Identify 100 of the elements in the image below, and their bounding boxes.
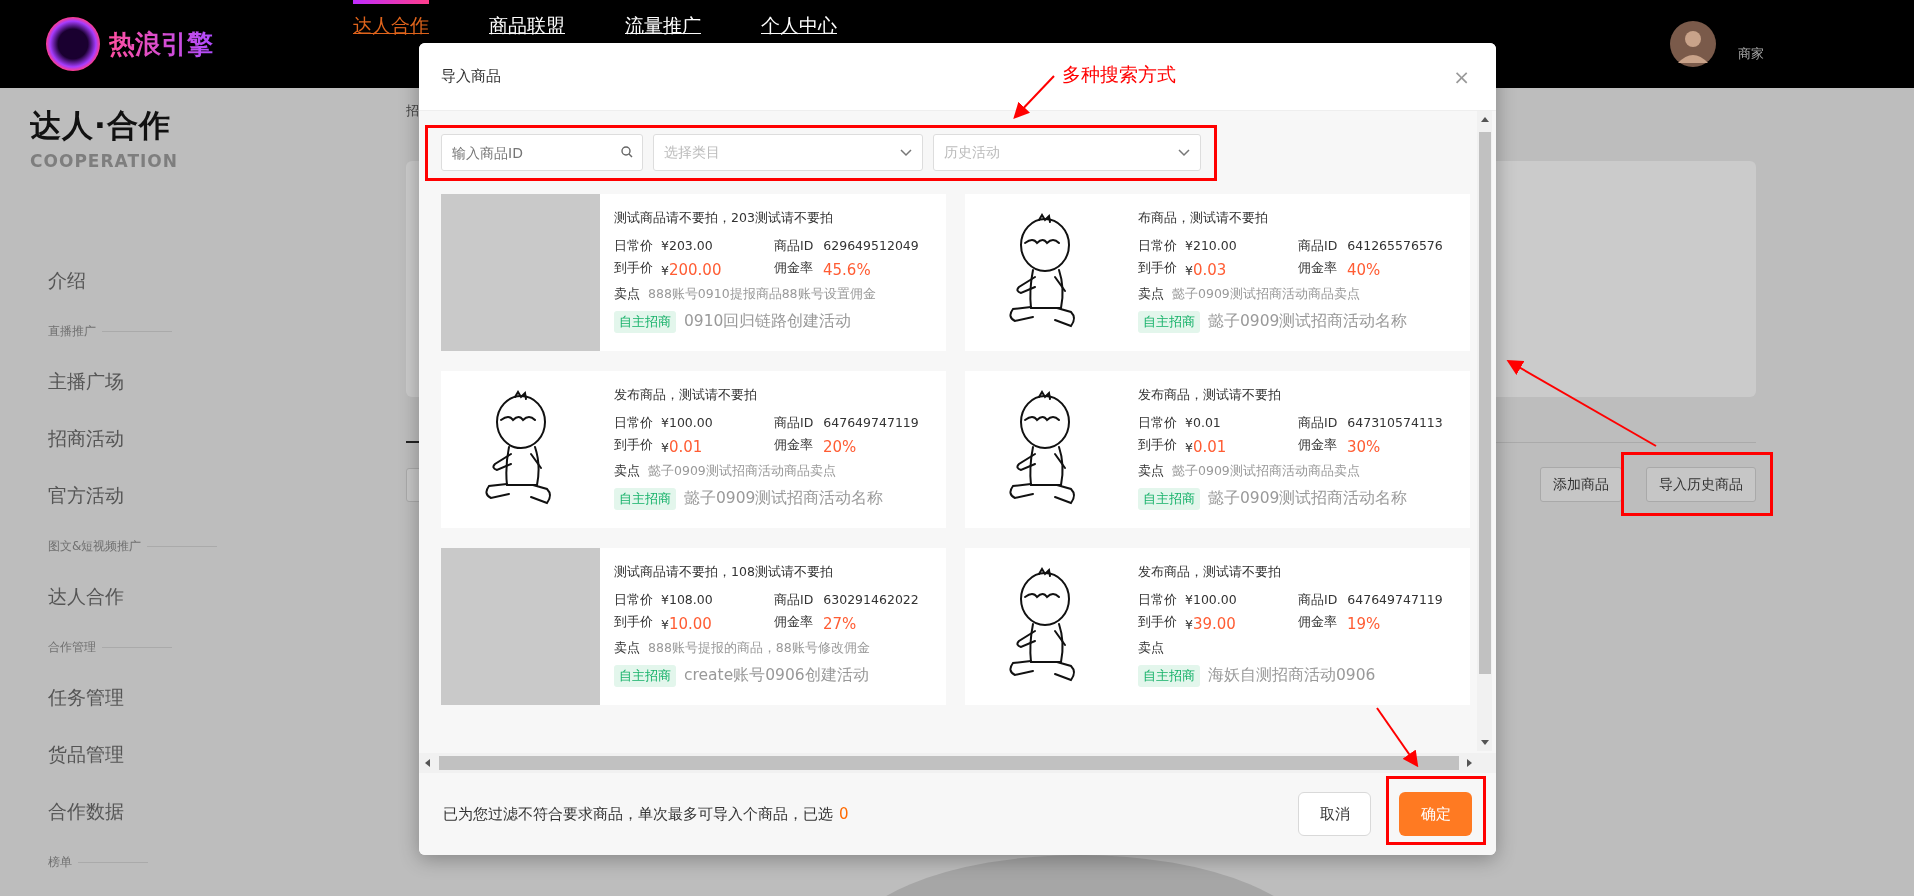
section-label: 直播推广 <box>48 323 96 340</box>
field-label: 商品ID <box>774 590 814 609</box>
commission-rate: 27% <box>823 613 857 635</box>
sidebar-item[interactable]: 任务管理 <box>48 683 124 712</box>
product-id: 629649512049 <box>823 236 919 255</box>
field-label: 佣金率 <box>774 258 813 277</box>
field-label: 卖点 <box>614 461 640 480</box>
daily-price: ¥0.01 <box>1185 413 1221 432</box>
field-label: 到手价 <box>1138 612 1177 631</box>
field-label: 日常价 <box>1138 413 1177 432</box>
section-label: 合作管理 <box>48 639 96 656</box>
nav-tab[interactable]: 达人合作 <box>353 0 429 88</box>
currency-sign: ¥ <box>661 438 669 457</box>
annotation-arrow <box>1376 707 1419 768</box>
selling-point: 888账号0910提报商品88账号设置佣金 <box>648 284 876 303</box>
scrollbar[interactable] <box>419 753 1496 773</box>
product-title: 发布商品，测试请不要拍 <box>1138 562 1281 581</box>
field-label: 商品ID <box>1298 413 1338 432</box>
daily-price: ¥108.00 <box>661 590 713 609</box>
product-card[interactable]: 测试商品请不要拍，108测试请不要拍 日常价 ¥108.00 商品ID 630291462022 到手价 ¥10.00 佣金率 27% 卖点 888账号提报的商品，88账号修改佣金 自主招商 create账号0906创建活动 <box>441 548 946 705</box>
sidebar-title: 达人·合作 <box>30 106 172 145</box>
product-card[interactable]: 发布商品，测试请不要拍 日常价 ¥100.00 商品ID 647649747119 到手价 ¥39.00 佣金率 19% 卖点 自主招商 海妖自测招商活动0906 <box>965 548 1470 705</box>
field-label: 日常价 <box>1138 590 1177 609</box>
activity-name: 懿子0909测试招商活动名称 <box>1208 311 1408 333</box>
field-label: 商品ID <box>1298 590 1338 609</box>
product-card[interactable]: 发布商品，测试请不要拍 日常价 ¥0.01 商品ID 647310574113 到手价 ¥0.01 佣金率 30% 卖点 懿子0909测试招商活动商品卖点 自主招商 懿子0909测试招商活动名称 <box>965 371 1470 528</box>
commission-rate: 19% <box>1347 613 1381 635</box>
daily-price: ¥100.00 <box>661 413 713 432</box>
action-button[interactable]: 添加商品 <box>1540 467 1622 502</box>
currency-sign: ¥ <box>1185 615 1193 634</box>
activity-name: 懿子0909测试招商活动名称 <box>684 488 884 510</box>
currency-sign: ¥ <box>661 615 669 634</box>
annotation-arrow <box>1013 75 1055 119</box>
field-label: 佣金率 <box>1298 435 1337 454</box>
product-title: 发布商品，测试请不要拍 <box>1138 385 1281 404</box>
sidebar-item[interactable]: 官方活动 <box>48 481 124 510</box>
field-label: 卖点 <box>1138 284 1164 303</box>
field-label: 卖点 <box>614 638 640 657</box>
field-label: 卖点 <box>614 284 640 303</box>
final-price: 0.01 <box>1192 436 1227 458</box>
chevron-icon <box>1178 148 1190 157</box>
avatar[interactable] <box>1670 21 1716 67</box>
tag: 自主招商 <box>614 311 676 333</box>
selling-point: 懿子0909测试招商活动商品卖点 <box>648 461 836 480</box>
product-id: 647649747119 <box>823 413 919 432</box>
section-label: 榜单 <box>48 854 72 871</box>
confirm-button[interactable]: 确定 <box>1399 792 1472 836</box>
field-label: 商品ID <box>774 236 814 255</box>
product-card[interactable]: 布商品，测试请不要拍 日常价 ¥210.00 商品ID 641265576576 到手价 ¥0.03 佣金率 40% 卖点 懿子0909测试招商活动商品卖点 自主招商 懿子0909测试招商活动名称 <box>965 194 1470 351</box>
sidebar-item[interactable]: 合作数据 <box>48 797 124 826</box>
field-label: 佣金率 <box>1298 258 1337 277</box>
activity-name: 海妖自测招商活动0906 <box>1208 665 1376 687</box>
section-label: 图文&短视频推广 <box>48 538 142 555</box>
sidebar-item[interactable]: 货品管理 <box>48 740 124 769</box>
dialog-title: 导入商品 <box>441 66 501 88</box>
field-label: 卖点 <box>1138 461 1164 480</box>
product-title: 测试商品请不要拍，108测试请不要拍 <box>614 562 833 581</box>
product-id: 647310574113 <box>1347 413 1443 432</box>
commission-rate: 20% <box>823 436 857 458</box>
footer-note: 已为您过滤不符合要求商品，单次最多可导入个商品，已选 <box>443 803 833 825</box>
currency-sign: ¥ <box>1185 261 1193 280</box>
field-label: 日常价 <box>614 590 653 609</box>
sidebar-item[interactable]: 主播广场 <box>48 367 124 396</box>
field-label: 佣金率 <box>1298 612 1337 631</box>
commission-rate: 30% <box>1347 436 1381 458</box>
product-title: 发布商品，测试请不要拍 <box>614 385 757 404</box>
field-label: 卖点 <box>1138 638 1164 657</box>
product-card[interactable]: 发布商品，测试请不要拍 日常价 ¥100.00 商品ID 647649747119 到手价 ¥0.01 佣金率 20% 卖点 懿子0909测试招商活动商品卖点 自主招商 懿子0909测试招商活动名称 <box>441 371 946 528</box>
product-card[interactable]: 测试商品请不要拍，203测试请不要拍 日常价 ¥203.00 商品ID 629649512049 到手价 ¥200.00 佣金率 45.6% 卖点 888账号0910提报商品88账号设置佣金 自主招商 0910回归链路创建活动 <box>441 194 946 351</box>
product-id: 641265576576 <box>1347 236 1443 255</box>
selected-count: 0 <box>839 803 849 825</box>
sidebar-item[interactable]: 达人合作 <box>48 582 124 611</box>
commission-rate: 45.6% <box>823 259 871 281</box>
tag: 自主招商 <box>614 488 676 510</box>
sidebar-item[interactable]: 介绍 <box>48 266 86 295</box>
field-label: 日常价 <box>1138 236 1177 255</box>
currency-sign: ¥ <box>661 261 669 280</box>
tag: 自主招商 <box>1138 311 1200 333</box>
sidebar-item[interactable]: 招商活动 <box>48 424 124 453</box>
field-label: 到手价 <box>1138 258 1177 277</box>
field-label: 佣金率 <box>774 612 813 631</box>
search-icon <box>621 146 633 158</box>
daily-price: ¥210.00 <box>1185 236 1237 255</box>
field-label: 商品ID <box>774 413 814 432</box>
tag: 自主招商 <box>1138 665 1200 687</box>
scrollbar[interactable] <box>1477 111 1492 751</box>
final-price: 0.01 <box>668 436 703 458</box>
field-label: 到手价 <box>614 612 653 631</box>
tag: 自主招商 <box>1138 488 1200 510</box>
final-price: 200.00 <box>668 259 722 281</box>
final-price: 39.00 <box>1192 613 1236 635</box>
search-field[interactable]: 输入商品ID <box>441 134 643 171</box>
selling-point: 懿子0909测试招商活动商品卖点 <box>1172 461 1360 480</box>
daily-price: ¥203.00 <box>661 236 713 255</box>
cancel-button[interactable]: 取消 <box>1298 792 1371 836</box>
close-button[interactable]: × <box>1449 61 1474 92</box>
field-label: 佣金率 <box>774 435 813 454</box>
action-button[interactable]: 导入历史商品 <box>1646 467 1756 502</box>
logo-icon <box>45 16 101 72</box>
activity-name: 0910回归链路创建活动 <box>684 311 852 333</box>
